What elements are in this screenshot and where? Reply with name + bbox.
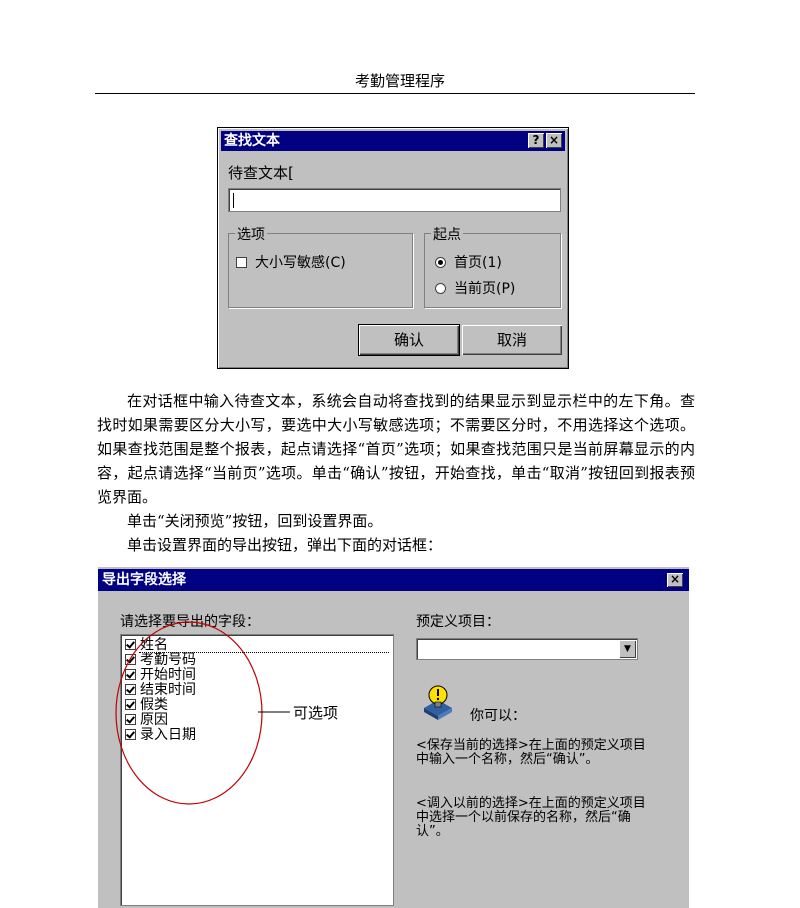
export-fields-dialog: 导出字段选择 × 请选择要导出的字段： 姓名 考勤号码 开始时间 结束时间 假类… xyxy=(97,567,689,908)
checkbox-checked-icon[interactable] xyxy=(125,684,136,695)
fields-label: 请选择要导出的字段： xyxy=(120,614,260,630)
lightbulb-info-icon xyxy=(424,685,452,720)
body-text: 在对话框中输入待查文本，系统会自动将查找到的结果显示到显示栏中的左下角。查找时如… xyxy=(97,389,695,557)
checkbox-checked-icon[interactable] xyxy=(125,729,136,740)
field-item-reason[interactable]: 原因 xyxy=(125,713,168,728)
dropdown-arrow-icon[interactable]: ▼ xyxy=(619,640,636,658)
field-item-label: 开始时间 xyxy=(140,667,196,683)
find-dialog-title: 查找文本 xyxy=(224,133,280,149)
current-page-radio[interactable] xyxy=(435,283,446,294)
page-header: 考勤管理程序 xyxy=(354,72,445,90)
annotation-label: 可选项 xyxy=(293,704,339,722)
case-sensitive-checkbox[interactable] xyxy=(236,257,247,268)
checkbox-checked-icon[interactable] xyxy=(125,699,136,710)
search-text-input[interactable] xyxy=(228,188,561,212)
search-text-label: 待查文本[ xyxy=(228,164,294,182)
field-item-label: 结束时间 xyxy=(140,682,196,698)
paragraph-close-preview: 单击“关闭预览”按钮，回到设置界面。 xyxy=(127,512,383,530)
cancel-button[interactable]: 取消 xyxy=(462,325,562,355)
find-dialog-titlebar[interactable]: 查找文本 ? × xyxy=(221,131,565,151)
current-page-option[interactable]: 当前页(P) xyxy=(435,278,515,298)
options-group-label: 选项 xyxy=(235,224,267,244)
case-sensitive-label: 大小写敏感(C) xyxy=(255,255,346,271)
text-caret xyxy=(233,193,234,208)
first-page-option[interactable]: 首页(1) xyxy=(435,252,502,272)
paragraph-find-instructions: 在对话框中输入待查文本，系统会自动将查找到的结果显示到显示栏中的左下角。查找时如… xyxy=(97,392,695,506)
help-button[interactable]: ? xyxy=(528,133,544,148)
predefined-label: 预定义项目： xyxy=(416,614,500,630)
field-item-label: 姓名 xyxy=(140,637,168,653)
header-rule xyxy=(95,93,695,94)
start-group-label: 起点 xyxy=(431,224,463,244)
current-page-label: 当前页(P) xyxy=(454,281,516,297)
close-button[interactable]: × xyxy=(546,133,562,148)
field-item-name[interactable]: 姓名 xyxy=(125,638,168,653)
paragraph-export: 单击设置界面的导出按钮，弹出下面的对话框： xyxy=(127,536,443,554)
hint-save-selection: <保存当前的选择>在上面的预定义项目中输入一个名称，然后“确认”。 xyxy=(416,738,646,767)
export-dialog-titlebar[interactable]: 导出字段选择 × xyxy=(98,569,689,591)
field-item-leave-type[interactable]: 假类 xyxy=(125,698,168,713)
checkbox-checked-icon[interactable] xyxy=(125,714,136,725)
export-dialog-title: 导出字段选择 xyxy=(102,572,186,588)
case-sensitive-option[interactable]: 大小写敏感(C) xyxy=(236,252,346,272)
field-item-end-time[interactable]: 结束时间 xyxy=(125,683,196,698)
first-page-radio[interactable] xyxy=(435,257,446,268)
predefined-dropdown[interactable]: ▼ xyxy=(416,638,638,660)
find-text-dialog: 查找文本 ? × 待查文本[ 选项 大小写敏感(C) 起点 首页(1) 当前页(… xyxy=(217,127,569,369)
checkbox-checked-icon[interactable] xyxy=(125,669,136,680)
close-button[interactable]: × xyxy=(667,573,683,587)
hint-load-selection: <调入以前的选择>在上面的预定义项目中选择一个以前保存的名称，然后“确认”。 xyxy=(416,796,646,839)
field-item-attendance-id[interactable]: 考勤号码 xyxy=(125,653,196,668)
field-item-label: 录入日期 xyxy=(140,727,196,743)
field-item-entry-date[interactable]: 录入日期 xyxy=(125,728,196,743)
field-item-label: 考勤号码 xyxy=(140,652,196,668)
field-item-label: 假类 xyxy=(140,697,168,713)
field-item-label: 原因 xyxy=(140,712,168,728)
field-list[interactable]: 姓名 考勤号码 开始时间 结束时间 假类 原因 录入日期 xyxy=(120,634,394,906)
hint-heading: 你可以： xyxy=(470,708,526,724)
field-item-start-time[interactable]: 开始时间 xyxy=(125,668,196,683)
checkbox-checked-icon[interactable] xyxy=(125,639,136,650)
checkbox-checked-icon[interactable] xyxy=(125,654,136,665)
ok-button[interactable]: 确认 xyxy=(358,324,460,356)
first-page-label: 首页(1) xyxy=(454,255,502,271)
